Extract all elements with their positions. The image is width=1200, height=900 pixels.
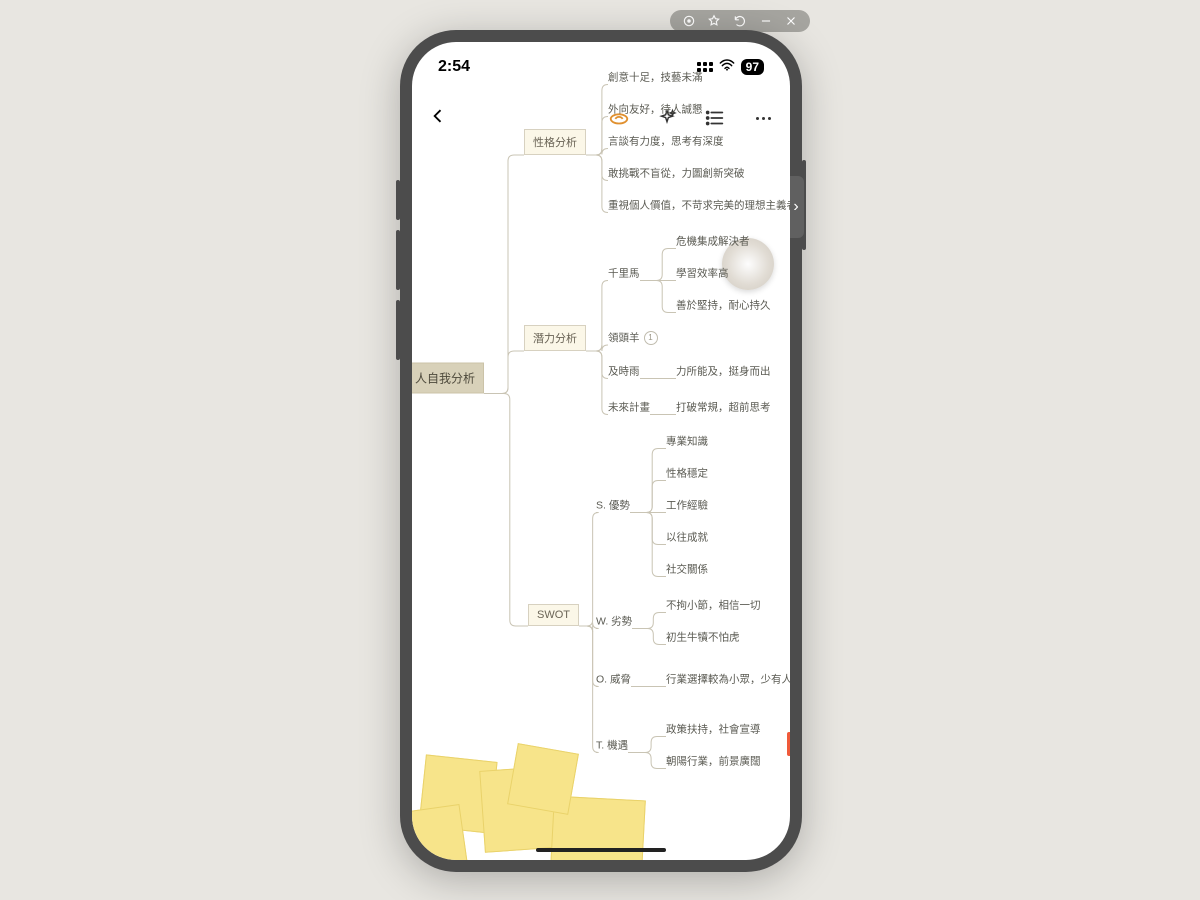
mindmap-node[interactable]: 不拘小節，相信一切 — [666, 600, 761, 613]
mindmap-node[interactable]: 言談有力度，思考有深度 — [608, 136, 724, 149]
branch-swot[interactable]: SWOT — [528, 604, 579, 626]
mindmap-node[interactable]: 領頭羊1 — [608, 331, 658, 345]
mindmap-node[interactable]: 政策扶持，社會宣導 — [666, 724, 761, 737]
minimize-icon[interactable] — [759, 14, 773, 28]
mindmap-canvas[interactable]: 人自我分析 性格分析 潛力分析 SWOT 創意十足，技藝未滿 外向友好，待人誠懇… — [412, 42, 790, 860]
mindmap-node[interactable]: 以往成就 — [666, 532, 708, 545]
phone-screen: 2:54 97 人自我分析 — [412, 42, 790, 860]
mindmap-node[interactable]: 專業知識 — [666, 436, 708, 449]
mindmap-node[interactable]: S. 優勢 — [596, 500, 630, 513]
mindmap-node[interactable]: 工作經驗 — [666, 500, 708, 513]
mindmap-node[interactable]: 打破常規，超前思考 — [676, 402, 771, 415]
mindmap-node[interactable]: T. 機遇 — [596, 740, 628, 753]
mindmap-root[interactable]: 人自我分析 — [412, 363, 484, 394]
branch-personality[interactable]: 性格分析 — [524, 129, 586, 155]
mindmap-node[interactable]: 力所能及，挺身而出 — [676, 366, 771, 379]
mindmap-connectors — [412, 42, 790, 860]
mindmap-node[interactable]: 善於堅持，耐心持久 — [676, 300, 771, 313]
star-icon[interactable] — [707, 14, 721, 28]
mindmap-node[interactable]: 創意十足，技藝未滿 — [608, 72, 703, 85]
mindmap-node[interactable]: 朝陽行業，前景廣闊 — [666, 756, 761, 769]
volume-up — [396, 230, 400, 290]
mindmap-node[interactable]: 未來計畫 — [608, 402, 650, 415]
mindmap-node[interactable]: 行業選擇較為小眾，少有人走的 — [666, 674, 790, 687]
mindmap-node[interactable]: 初生牛犢不怕虎 — [666, 632, 740, 645]
mindmap-node[interactable]: 危機集成解決者 — [676, 236, 750, 249]
mindmap-node[interactable]: 重視個人價值，不苛求完美的理想主義者 — [608, 200, 790, 213]
recorder-toolbar[interactable] — [670, 10, 810, 32]
undo-icon[interactable] — [733, 14, 747, 28]
close-icon[interactable] — [784, 14, 798, 28]
mindmap-node[interactable]: W. 劣勢 — [596, 616, 632, 629]
mute-switch — [396, 180, 400, 220]
mindmap-node[interactable]: 外向友好，待人誠懇 — [608, 104, 703, 117]
mindmap-node[interactable]: 及時雨 — [608, 366, 640, 379]
branch-potential[interactable]: 潛力分析 — [524, 325, 586, 351]
home-indicator[interactable] — [536, 848, 666, 852]
mindmap-node[interactable]: 敢挑戰不盲從，力圖創新突破 — [608, 168, 745, 181]
mindmap-node[interactable]: 性格穩定 — [666, 468, 708, 481]
record-icon[interactable] — [682, 14, 696, 28]
mindmap-node[interactable]: 學習效率高 — [676, 268, 729, 281]
phone-frame: › 2:54 97 — [400, 30, 802, 872]
volume-down — [396, 300, 400, 360]
mindmap-node[interactable]: O. 威脅 — [596, 674, 631, 687]
mindmap-node[interactable]: 千里馬 — [608, 268, 640, 281]
edge-panel-handle[interactable]: › — [788, 176, 804, 238]
count-badge: 1 — [644, 331, 658, 345]
mindmap-node[interactable]: 社交關係 — [666, 564, 708, 577]
